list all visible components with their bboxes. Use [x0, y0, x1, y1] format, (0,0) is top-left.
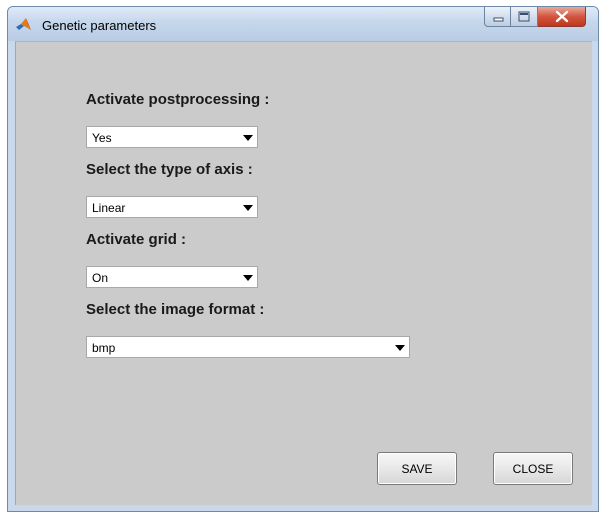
title-bar[interactable]: Genetic parameters — [8, 7, 598, 41]
axis-type-value: Linear — [92, 201, 126, 215]
axis-type-label: Select the type of axis : — [86, 161, 253, 178]
postprocessing-value: Yes — [92, 131, 112, 145]
matlab-logo-icon — [16, 18, 31, 30]
grid-label: Activate grid : — [86, 231, 187, 248]
postprocessing-label: Activate postprocessing : — [86, 91, 270, 108]
chevron-down-icon — [243, 135, 253, 141]
minimize-button[interactable] — [484, 7, 511, 27]
maximize-icon — [518, 11, 530, 22]
grid-select[interactable]: On — [86, 266, 258, 288]
chevron-down-icon — [243, 275, 253, 281]
close-button[interactable]: CLOSE — [493, 452, 573, 485]
dialog-content: Activate postprocessing : Yes Select the… — [15, 41, 592, 505]
grid-value: On — [92, 271, 109, 285]
save-button[interactable]: SAVE — [377, 452, 457, 485]
caption-buttons — [484, 7, 594, 28]
image-format-select[interactable]: bmp — [86, 336, 410, 358]
maximize-button[interactable] — [511, 7, 538, 27]
window-title: Genetic parameters — [42, 18, 157, 33]
chevron-down-icon — [395, 345, 405, 351]
image-format-value: bmp — [92, 341, 116, 355]
image-format-label: Select the image format : — [86, 301, 265, 318]
close-icon — [555, 10, 569, 23]
axis-type-select[interactable]: Linear — [86, 196, 258, 218]
minimize-icon — [493, 17, 504, 22]
close-window-button[interactable] — [538, 7, 586, 27]
chevron-down-icon — [243, 205, 253, 211]
dialog-window: Genetic parameters Activate postprocessi… — [7, 6, 599, 512]
postprocessing-select[interactable]: Yes — [86, 126, 258, 148]
